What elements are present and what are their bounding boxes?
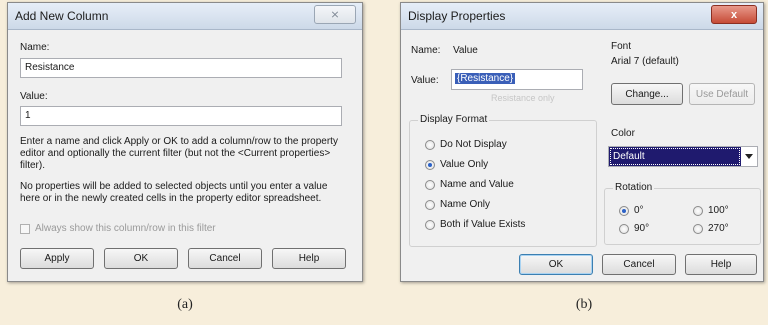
ok-button[interactable]: OK [519,254,593,275]
name-label: Name: [20,42,50,53]
close-button[interactable]: ⨯ [314,5,356,24]
color-selected-value: Default [609,147,741,166]
cancel-button[interactable]: Cancel [602,254,676,275]
value-input[interactable]: {Resistance} [451,69,583,90]
radio-both-if-value-exists[interactable]: Both if Value Exists [425,219,525,230]
color-label: Color [611,128,635,139]
radio-name-only[interactable]: Name Only [425,199,490,210]
help-button[interactable]: Help [272,248,346,269]
radio-label: 100° [708,205,729,216]
radio-label: Do Not Display [440,139,507,150]
value-label: Value: [411,75,439,86]
radio-label: 270° [708,223,729,234]
radio-icon [425,179,435,190]
title-bar: Add New Column ⨯ [8,3,362,30]
help-text-properties: No properties will be added to selected … [20,181,328,204]
dialog-title: Add New Column [15,9,109,23]
value-ghost-text: Resistance only [491,93,555,103]
radio-value-only[interactable]: Value Only [425,159,488,170]
apply-button[interactable]: Apply [20,248,94,269]
value-label: Value: [20,91,48,102]
close-icon: x [730,8,738,21]
name-label: Name: [411,45,441,56]
radio-selected-icon [425,159,435,170]
radio-label: 90° [634,223,650,234]
radio-icon [425,219,435,230]
checkbox-box [20,223,30,234]
close-button[interactable]: x [711,5,757,24]
radio-rotation-270[interactable]: 270° [693,223,729,234]
cancel-button[interactable]: Cancel [188,248,262,269]
use-default-button[interactable]: Use Default [689,83,755,105]
caption-a: (a) [177,297,193,312]
radio-name-and-value[interactable]: Name and Value [425,179,514,190]
change-font-button[interactable]: Change... [611,83,683,105]
radio-icon [425,199,435,210]
radio-rotation-90[interactable]: 90° [619,223,649,234]
radio-do-not-display[interactable]: Do Not Display [425,139,507,150]
always-show-label: Always show this column/row in this filt… [35,223,216,234]
value-selected-text: {Resistance} [455,73,516,84]
radio-label: Name and Value [440,179,514,190]
radio-label: Value Only [440,159,489,170]
font-label: Font [611,41,632,52]
radio-icon [425,139,435,150]
chevron-down-icon[interactable] [741,147,757,166]
ok-button[interactable]: OK [104,248,178,269]
radio-label: 0° [634,205,644,216]
always-show-checkbox[interactable]: Always show this column/row in this filt… [20,223,216,234]
value-input[interactable]: 1 [20,106,342,126]
radio-selected-icon [619,205,629,216]
font-value: Arial 7 (default) [611,56,679,67]
caption-b: (b) [575,297,593,312]
close-icon: ⨯ [330,9,340,21]
radio-rotation-0[interactable]: 0° [619,205,644,216]
radio-icon [619,223,629,234]
name-value: Value [453,45,478,56]
dialog-title: Display Properties [408,9,506,23]
radio-icon [693,205,703,216]
name-input[interactable]: Resistance [20,58,342,78]
display-format-label: Display Format [418,114,490,125]
color-select[interactable]: Default [608,146,758,167]
radio-rotation-100[interactable]: 100° [693,205,729,216]
rotation-label: Rotation [613,182,655,193]
display-properties-dialog: Display Properties x Name: Value Value: … [400,2,764,282]
rotation-group: Rotation [604,182,761,245]
radio-label: Both if Value Exists [440,219,526,230]
help-text-apply: Enter a name and click Apply or OK to ad… [20,136,338,171]
radio-icon [693,223,703,234]
title-bar: Display Properties x [401,3,763,30]
add-new-column-dialog: Add New Column ⨯ Name: Resistance Value:… [7,2,363,282]
help-button[interactable]: Help [685,254,757,275]
radio-label: Name Only [440,199,491,210]
